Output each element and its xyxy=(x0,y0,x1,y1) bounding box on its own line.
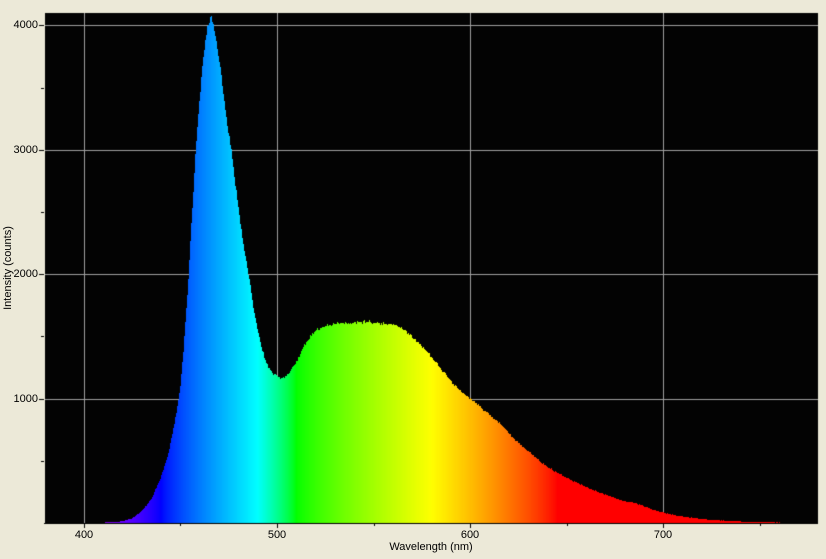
x-tick-label-600: 600 xyxy=(460,529,480,541)
y-tick-label-4000: 4000 xyxy=(13,19,38,31)
x-tick-label-400: 400 xyxy=(74,529,94,541)
spectrometer-chart: Wavelength (nm) Intensity (counts) 400 50… xyxy=(0,0,826,559)
x-tick-label-700: 700 xyxy=(653,529,673,541)
y-tick-label-1000: 1000 xyxy=(13,393,38,405)
y-tick-label-2000: 2000 xyxy=(13,268,38,280)
spectrum-plot-canvas xyxy=(0,0,826,559)
x-axis-title: Wavelength (nm) xyxy=(389,541,473,553)
x-tick-label-500: 500 xyxy=(267,529,287,541)
y-tick-label-3000: 3000 xyxy=(13,144,38,156)
